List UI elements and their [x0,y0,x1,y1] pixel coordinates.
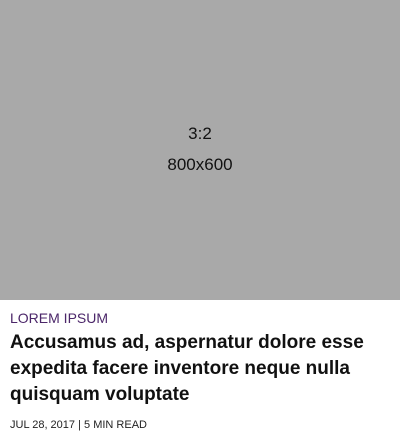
article-headline[interactable]: Accusamus ad, aspernatur dolore esse exp… [10,330,395,408]
article-category[interactable]: LOREM IPSUM [10,309,108,327]
meta-separator: | [78,419,81,431]
article-image-placeholder[interactable]: 3:2 800x600 [0,0,400,300]
article-card[interactable]: 3:2 800x600 LOREM IPSUM Accusamus ad, as… [0,0,400,433]
image-ratio-label: 3:2 [188,123,212,143]
article-date: JUL 28, 2017 [10,419,76,431]
image-size-label: 800x600 [167,154,233,174]
article-meta: JUL 28, 2017 | 5 MIN READ [10,418,147,432]
article-read-time: 5 MIN READ [84,419,147,431]
